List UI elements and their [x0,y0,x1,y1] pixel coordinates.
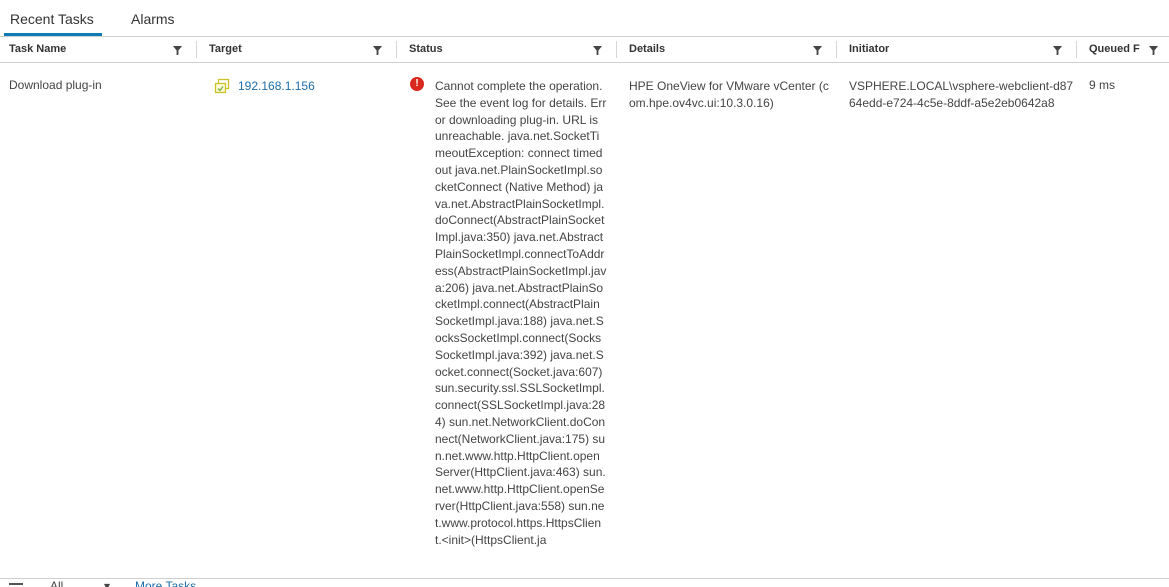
filter-icon[interactable] [813,46,822,55]
column-header-details[interactable]: Details [620,37,836,62]
collapse-icon[interactable] [9,583,23,585]
grid-header: Task Name Target Status Details Initiato… [0,37,1169,63]
status-cell: Cannot complete the operation. See the e… [435,79,607,547]
column-header-initiator[interactable]: Initiator [840,37,1076,62]
column-separator[interactable] [836,41,837,58]
filter-icon[interactable] [1149,46,1158,55]
filter-icon[interactable] [173,46,182,55]
column-header-target[interactable]: Target [200,37,396,62]
active-tab-indicator [4,33,102,36]
initiator-cell: VSPHERE.LOCAL\vsphere-webclient-d8764edd… [849,79,1074,110]
table-row[interactable]: Download plug-in 192.168.1.156 ! Cannot … [0,62,1169,578]
column-header-task-name[interactable]: Task Name [0,37,196,62]
column-header-status[interactable]: Status [400,37,616,62]
tab-alarms[interactable]: Alarms [131,11,175,27]
task-name-cell: Download plug-in [9,78,102,92]
queued-for-cell: 9 ms [1089,78,1116,92]
filter-icon[interactable] [373,46,382,55]
tab-bar: Recent Tasks Alarms [0,0,1169,37]
filter-icon[interactable] [1053,46,1062,55]
column-separator[interactable] [396,41,397,58]
column-header-queued-for[interactable]: Queued F [1080,37,1169,62]
details-cell: HPE OneView for VMware vCenter (com.hpe.… [629,79,829,110]
column-separator[interactable] [1076,41,1077,58]
filter-icon[interactable] [593,46,602,55]
virtual-machine-icon [214,78,230,94]
column-separator[interactable] [616,41,617,58]
target-link[interactable]: 192.168.1.156 [238,79,315,93]
error-icon: ! [410,77,424,91]
column-separator[interactable] [196,41,197,58]
tab-recent-tasks[interactable]: Recent Tasks [10,11,94,35]
